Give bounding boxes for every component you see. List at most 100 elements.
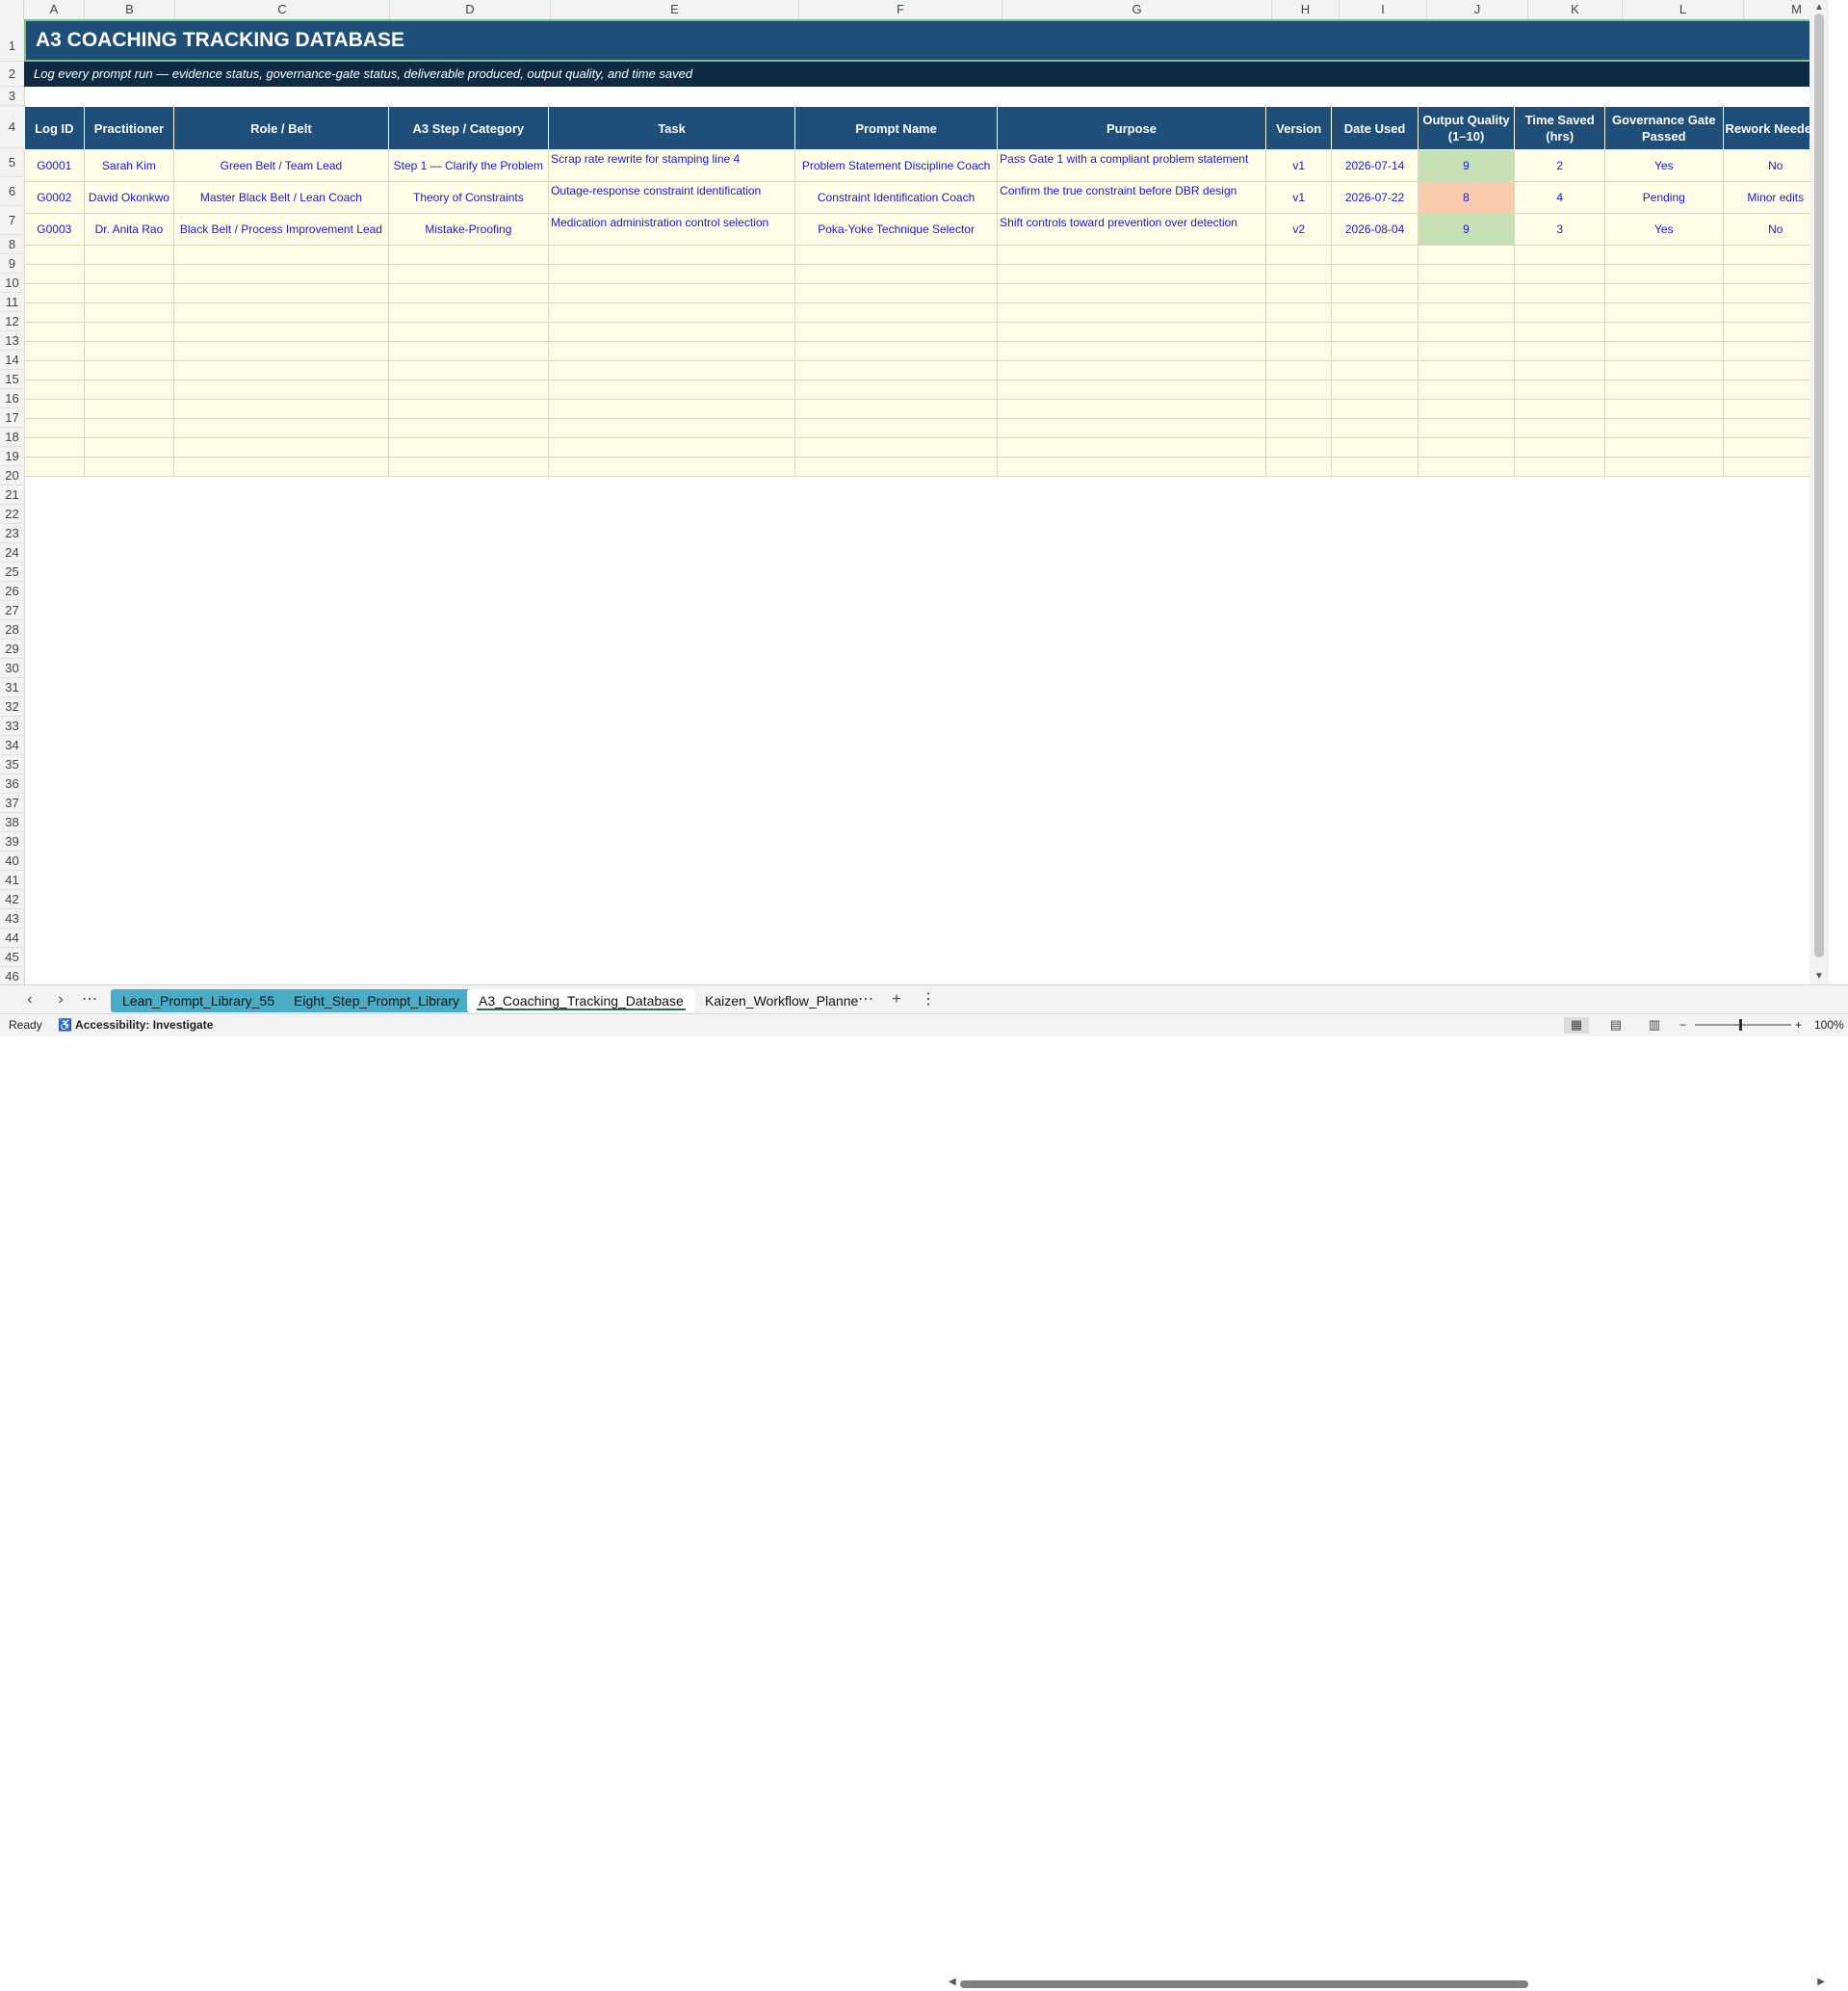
empty-cell[interactable]: [1331, 457, 1419, 477]
row-header[interactable]: 40: [0, 851, 24, 871]
row-header[interactable]: 36: [0, 774, 24, 794]
empty-cell[interactable]: [173, 264, 389, 284]
cell-time-saved[interactable]: 3: [1514, 213, 1606, 246]
row-header[interactable]: 7: [0, 206, 24, 235]
sheet-title[interactable]: A3 COACHING TRACKING DATABASE: [24, 19, 1829, 62]
empty-cell[interactable]: [173, 245, 389, 265]
empty-cell[interactable]: [1331, 437, 1419, 458]
empty-cell[interactable]: [1514, 302, 1606, 323]
tab-eight-step-prompt-library[interactable]: Eight_Step_Prompt_Library: [282, 989, 471, 1012]
row-header[interactable]: 37: [0, 794, 24, 813]
cell-prompt-name[interactable]: Poka-Yoke Technique Selector: [794, 213, 999, 246]
empty-cell[interactable]: [83, 245, 175, 265]
empty-cell[interactable]: [1514, 283, 1606, 303]
empty-cell[interactable]: [1604, 245, 1724, 265]
header-governance-gate[interactable]: Governance Gate Passed: [1604, 106, 1724, 150]
header-output-quality[interactable]: Output Quality (1–10): [1417, 106, 1516, 150]
empty-cell[interactable]: [1604, 380, 1724, 400]
column-header-b[interactable]: B: [85, 0, 175, 19]
column-header-j[interactable]: J: [1427, 0, 1528, 19]
vertical-scrollbar[interactable]: ▲ ▼: [1809, 0, 1829, 984]
row-header[interactable]: 15: [0, 370, 24, 389]
page-break-preview-icon[interactable]: ▥: [1642, 1017, 1667, 1034]
column-header-k[interactable]: K: [1528, 0, 1623, 19]
empty-cell[interactable]: [548, 399, 795, 419]
empty-cell[interactable]: [1331, 264, 1419, 284]
empty-cell[interactable]: [173, 341, 389, 361]
cell-purpose[interactable]: Pass Gate 1 with a compliant problem sta…: [997, 149, 1266, 182]
empty-cell[interactable]: [794, 418, 999, 438]
empty-cell[interactable]: [1417, 302, 1516, 323]
cell-task[interactable]: Outage-response constraint identificatio…: [548, 181, 795, 214]
accessibility-icon[interactable]: ♿: [58, 1018, 72, 1032]
empty-cell[interactable]: [1264, 418, 1333, 438]
zoom-slider-thumb[interactable]: [1739, 1019, 1742, 1031]
empty-cell[interactable]: [387, 245, 550, 265]
empty-cell[interactable]: [1264, 457, 1333, 477]
empty-cell[interactable]: [1264, 245, 1333, 265]
empty-cell[interactable]: [548, 264, 795, 284]
empty-cell[interactable]: [1514, 245, 1606, 265]
column-header-h[interactable]: H: [1272, 0, 1340, 19]
tab-kaizen-workflow-planner[interactable]: Kaizen_Workflow_Planne: [693, 989, 870, 1012]
row-header[interactable]: 2: [0, 62, 24, 87]
row-header[interactable]: 22: [0, 505, 24, 524]
row-header[interactable]: 6: [0, 177, 24, 206]
empty-cell[interactable]: [24, 380, 85, 400]
cell-date-used[interactable]: 2026-08-04: [1331, 213, 1419, 246]
empty-cell[interactable]: [1264, 283, 1333, 303]
empty-cell[interactable]: [794, 360, 999, 380]
empty-cell[interactable]: [1331, 399, 1419, 419]
header-purpose[interactable]: Purpose: [997, 106, 1266, 150]
empty-cell[interactable]: [83, 360, 175, 380]
empty-cell[interactable]: [548, 341, 795, 361]
page-layout-icon[interactable]: ▤: [1603, 1017, 1628, 1034]
empty-cell[interactable]: [1604, 437, 1724, 458]
empty-cell[interactable]: [794, 245, 999, 265]
empty-cell[interactable]: [387, 341, 550, 361]
empty-cell[interactable]: [997, 302, 1266, 323]
row-header[interactable]: 10: [0, 274, 24, 293]
empty-cell[interactable]: [1514, 457, 1606, 477]
empty-cell[interactable]: [173, 302, 389, 323]
cell-task[interactable]: Scrap rate rewrite for stamping line 4: [548, 149, 795, 182]
row-header[interactable]: 9: [0, 254, 24, 274]
empty-cell[interactable]: [1604, 457, 1724, 477]
header-role[interactable]: Role / Belt: [173, 106, 389, 150]
row-header[interactable]: 16: [0, 389, 24, 408]
empty-cell[interactable]: [173, 283, 389, 303]
cell-practitioner[interactable]: Sarah Kim: [83, 149, 175, 182]
empty-cell[interactable]: [24, 283, 85, 303]
row-header[interactable]: 38: [0, 813, 24, 832]
empty-cell[interactable]: [1514, 322, 1606, 342]
row-header[interactable]: 39: [0, 832, 24, 851]
more-sheets-left-icon[interactable]: ⋯: [79, 989, 100, 1010]
cell-date-used[interactable]: 2026-07-22: [1331, 181, 1419, 214]
cell-grid[interactable]: A3 COACHING TRACKING DATABASE Log every …: [24, 19, 1829, 984]
empty-cell[interactable]: [1417, 245, 1516, 265]
cell-role[interactable]: Master Black Belt / Lean Coach: [173, 181, 389, 214]
empty-cell[interactable]: [1264, 399, 1333, 419]
empty-cell[interactable]: [1514, 380, 1606, 400]
cell-output-quality[interactable]: 9: [1417, 213, 1516, 246]
scroll-down-icon[interactable]: ▼: [1809, 971, 1829, 982]
row-header[interactable]: 3: [0, 87, 24, 106]
row-header[interactable]: 18: [0, 428, 24, 447]
cell-task[interactable]: Medication administration control select…: [548, 213, 795, 246]
cell-log-id[interactable]: G0001: [24, 149, 85, 182]
empty-cell[interactable]: [548, 283, 795, 303]
empty-cell[interactable]: [387, 399, 550, 419]
cell-date-used[interactable]: 2026-07-14: [1331, 149, 1419, 182]
empty-cell[interactable]: [24, 399, 85, 419]
empty-cell[interactable]: [548, 380, 795, 400]
prev-sheet-icon[interactable]: ‹: [19, 989, 40, 1010]
tab-lean-prompt-library[interactable]: Lean_Prompt_Library_55: [111, 989, 286, 1012]
empty-cell[interactable]: [794, 283, 999, 303]
cell-time-saved[interactable]: 4: [1514, 181, 1606, 214]
empty-cell[interactable]: [1604, 283, 1724, 303]
empty-cell[interactable]: [387, 302, 550, 323]
empty-cell[interactable]: [794, 437, 999, 458]
empty-cell[interactable]: [794, 341, 999, 361]
empty-cell[interactable]: [173, 322, 389, 342]
empty-cell[interactable]: [1264, 360, 1333, 380]
